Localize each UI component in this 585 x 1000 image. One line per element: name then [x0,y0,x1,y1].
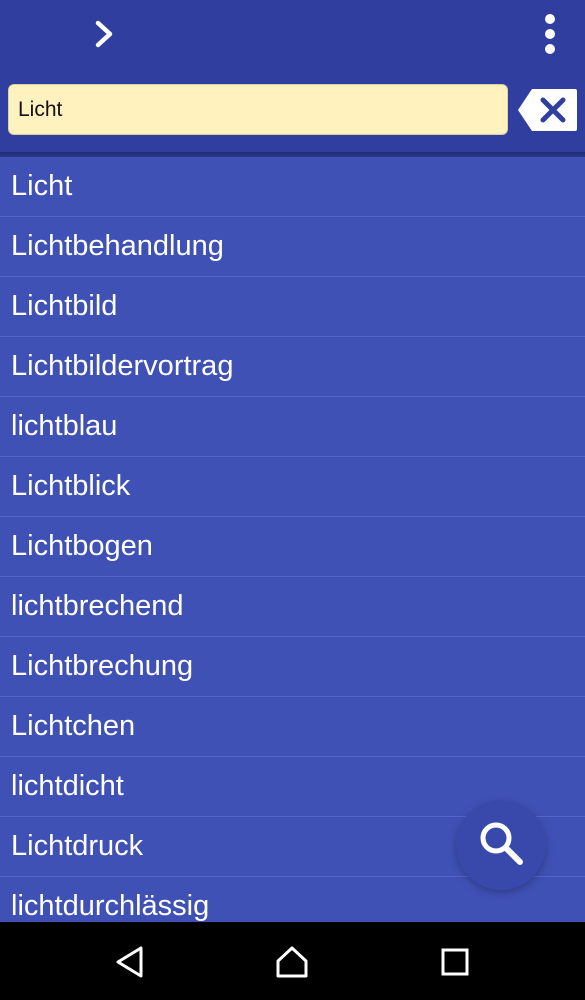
list-item[interactable]: Lichtbildervortrag [0,337,585,397]
recents-icon[interactable] [433,940,477,984]
chevron-right-icon[interactable] [84,14,124,54]
list-item-label: Lichtbehandlung [11,230,224,262]
list-item[interactable]: Lichtbogen [0,517,585,577]
list-item-label: Lichtbild [11,290,118,322]
list-item-label: lichtbrechend [11,590,184,622]
search-input[interactable] [8,84,508,135]
list-item-label: Lichtbrechung [11,650,194,682]
list-item[interactable]: lichtbrechend [0,577,585,637]
list-item-label: lichtblau [11,410,118,442]
list-item[interactable]: lichtblau [0,397,585,457]
list-item-label: lichtdurchlässig [11,890,210,922]
list-item-label: Lichtbogen [11,530,153,562]
more-vert-icon[interactable] [528,10,572,58]
list-item[interactable]: Lichtbehandlung [0,217,585,277]
back-icon[interactable] [108,940,152,984]
list-item[interactable]: Lichtbrechung [0,637,585,697]
list-item-label: Lichtdruck [11,830,144,862]
search-icon [478,820,524,871]
system-navigation-bar [0,922,585,1000]
list-item[interactable]: Licht [0,157,585,217]
search-fab-button[interactable] [456,800,546,890]
backspace-clear-icon[interactable] [517,88,578,132]
home-icon[interactable] [270,940,314,984]
list-item-label: Licht [11,170,73,202]
list-item-label: lichtdicht [11,770,124,802]
list-item[interactable]: Lichtblick [0,457,585,517]
list-item-label: Lichtchen [11,710,136,742]
list-item[interactable]: Lichtchen [0,697,585,757]
list-item-label: Lichtblick [11,470,131,502]
toolbar [0,0,585,152]
list-item-label: Lichtbildervortrag [11,350,234,382]
list-item[interactable]: Lichtbild [0,277,585,337]
